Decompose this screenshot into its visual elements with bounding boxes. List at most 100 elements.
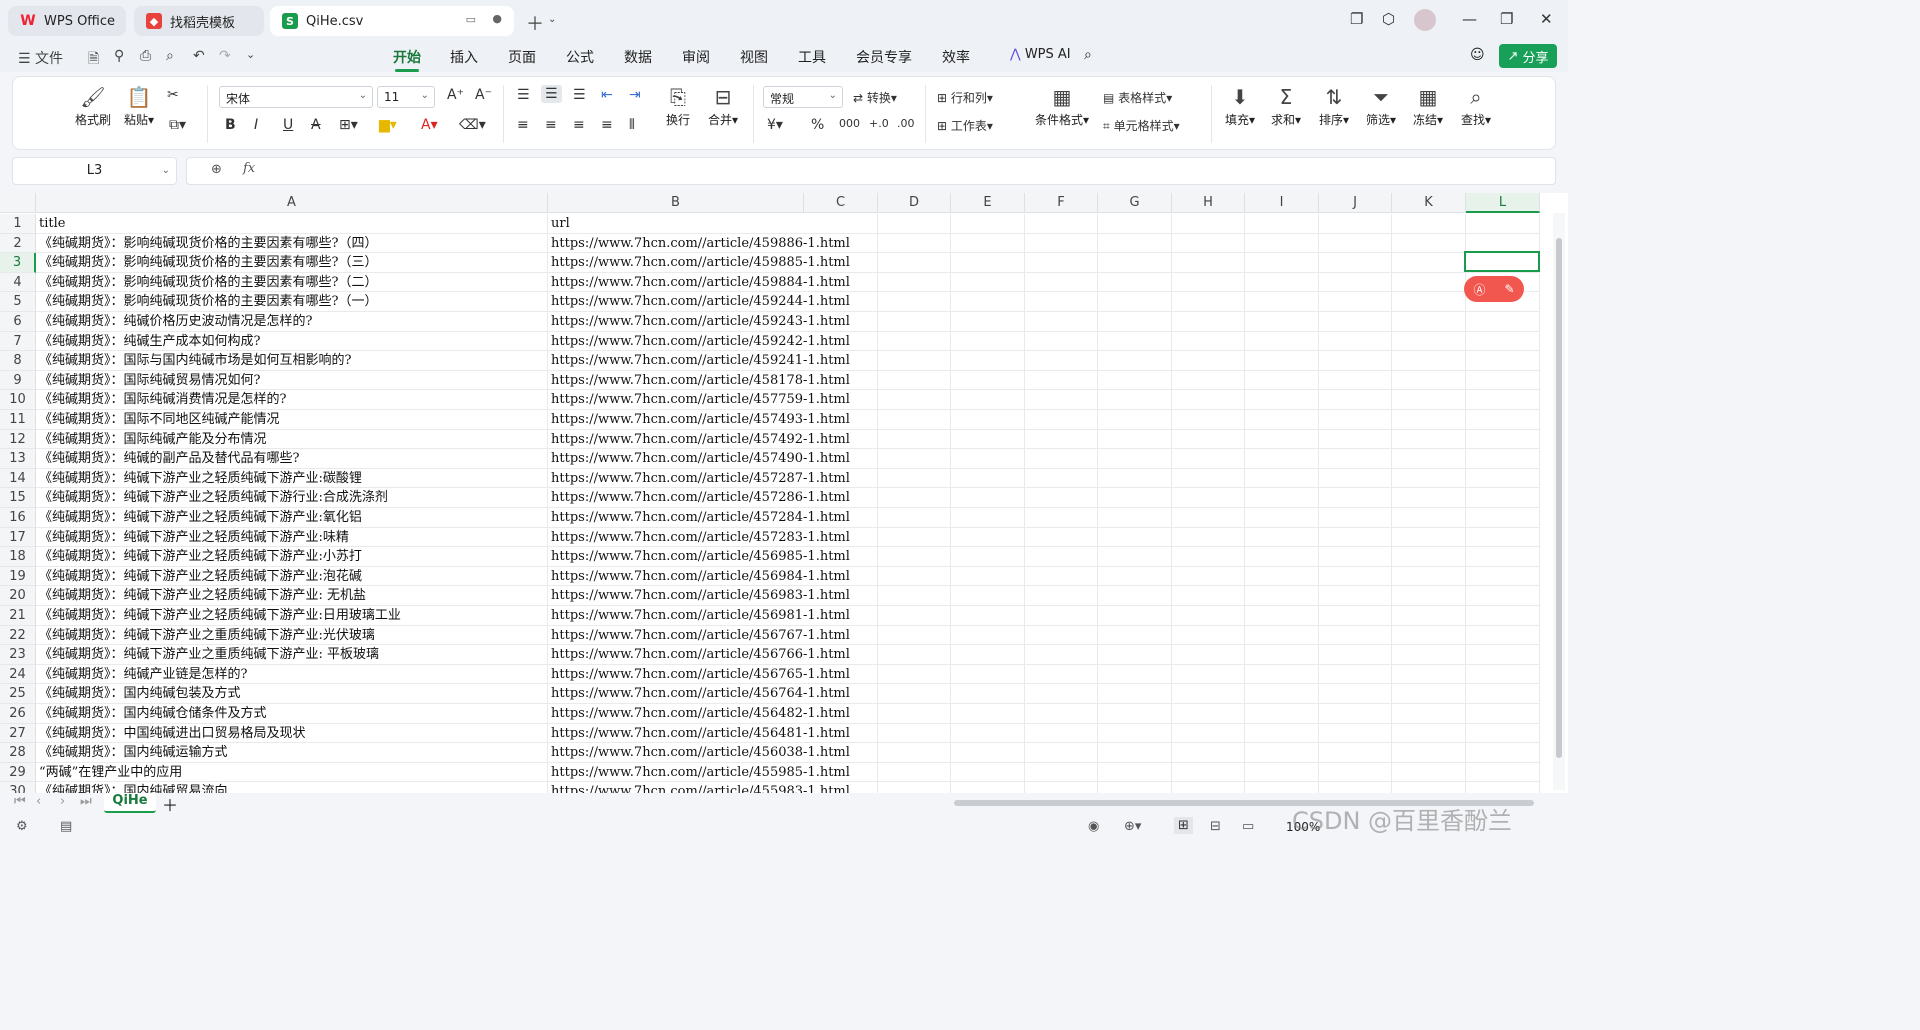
align-bottom-icon[interactable]: ☰ — [573, 87, 586, 103]
cell-empty[interactable] — [1172, 351, 1245, 371]
row-header[interactable]: 22 — [0, 625, 36, 646]
cell-empty[interactable] — [951, 586, 1025, 606]
cell-empty[interactable] — [878, 449, 951, 469]
cell-empty[interactable] — [1025, 704, 1098, 724]
minimize-icon[interactable]: — — [1462, 10, 1477, 28]
cell-empty[interactable] — [1172, 233, 1245, 254]
row-header[interactable]: 11 — [0, 410, 36, 430]
cell-empty[interactable] — [1392, 410, 1466, 430]
monitor-icon[interactable]: ▭ — [466, 13, 476, 26]
select-all-corner[interactable] — [0, 193, 36, 213]
cell-empty[interactable] — [1172, 723, 1245, 744]
cell-empty[interactable] — [1319, 331, 1392, 352]
cell-empty[interactable] — [1392, 743, 1466, 763]
cell-empty[interactable] — [1319, 762, 1392, 783]
cell-empty[interactable] — [1319, 723, 1392, 744]
cell-empty[interactable] — [1319, 566, 1392, 587]
cell-empty[interactable] — [1466, 214, 1540, 234]
cell-empty[interactable] — [878, 527, 951, 548]
cell-title[interactable]: 《纯碱期货》：纯碱下游产业之轻质纯碱下游产业:碳酸锂 — [36, 468, 548, 489]
cell-url[interactable]: https://www.7hcn.com//article/457492-1.h… — [548, 429, 878, 450]
cell-empty[interactable] — [1245, 292, 1319, 312]
row-header[interactable]: 3 — [0, 253, 36, 273]
name-box[interactable]: L3 ⌄ — [12, 157, 177, 185]
cell-empty[interactable] — [1466, 625, 1540, 646]
cell-empty[interactable] — [1172, 214, 1245, 234]
cell-title[interactable]: title — [36, 214, 548, 234]
column-header-k[interactable]: K — [1392, 193, 1466, 213]
cell-empty[interactable] — [1172, 331, 1245, 352]
cell-title[interactable]: 《纯碱期货》：国内纯碱包装及方式 — [36, 684, 548, 704]
column-header-b[interactable]: B — [548, 193, 804, 213]
cell-title[interactable]: 《纯碱期货》：纯碱下游产业之重质纯碱下游产业:光伏玻璃 — [36, 625, 548, 646]
cell-url[interactable]: https://www.7hcn.com//article/459242-1.h… — [548, 331, 878, 352]
sheet-list-icon[interactable]: ▤ — [60, 819, 72, 834]
clear-icon[interactable]: ⌫▾ — [459, 117, 486, 133]
cell-empty[interactable] — [1319, 351, 1392, 371]
cell-empty[interactable] — [951, 488, 1025, 508]
cell-empty[interactable] — [951, 782, 1025, 793]
row-header[interactable]: 9 — [0, 370, 36, 391]
cell-empty[interactable] — [951, 390, 1025, 410]
row-header[interactable]: 24 — [0, 664, 36, 685]
cell-title[interactable]: 《纯碱期货》：影响纯碱现货价格的主要因素有哪些?（四） — [36, 233, 548, 254]
cell-empty[interactable] — [1172, 312, 1245, 332]
row-header[interactable]: 4 — [0, 272, 36, 293]
chat-icon[interactable]: ☺ — [1470, 47, 1485, 63]
cell-empty[interactable] — [1319, 312, 1392, 332]
cell-empty[interactable] — [1172, 606, 1245, 626]
cell-empty[interactable] — [1466, 488, 1540, 508]
cell-url[interactable]: https://www.7hcn.com//article/457284-1.h… — [548, 508, 878, 528]
cell-empty[interactable] — [1466, 664, 1540, 685]
cell-empty[interactable] — [1098, 468, 1172, 489]
cell-empty[interactable] — [1025, 468, 1098, 489]
cell-empty[interactable] — [1466, 606, 1540, 626]
cell-empty[interactable] — [1172, 527, 1245, 548]
column-header-a[interactable]: A — [36, 193, 548, 213]
cell-empty[interactable] — [1098, 704, 1172, 724]
cell-empty[interactable] — [1025, 449, 1098, 469]
cell-empty[interactable] — [1172, 547, 1245, 567]
cell-url[interactable]: https://www.7hcn.com//article/457759-1.h… — [548, 390, 878, 410]
filter-button[interactable]: ⏷ 筛选▾ — [1362, 85, 1400, 128]
cell-url[interactable]: https://www.7hcn.com//article/456985-1.h… — [548, 547, 878, 567]
cube-icon[interactable]: ⬡ — [1382, 10, 1395, 28]
cell-empty[interactable] — [1319, 449, 1392, 469]
font-color-icon[interactable]: A▾ — [421, 117, 438, 133]
column-header-c[interactable]: C — [804, 193, 878, 213]
cell-empty[interactable] — [1025, 351, 1098, 371]
cell-empty[interactable] — [951, 292, 1025, 312]
cell-empty[interactable] — [1466, 370, 1540, 391]
cell-empty[interactable] — [1392, 547, 1466, 567]
cell-title[interactable]: 《纯碱期货》：纯碱下游产业之轻质纯碱下游产业:日用玻璃工业 — [36, 606, 548, 626]
cell-empty[interactable] — [951, 684, 1025, 704]
close-icon[interactable]: ✕ — [1540, 10, 1553, 28]
cell-empty[interactable] — [1025, 606, 1098, 626]
cell-empty[interactable] — [1025, 370, 1098, 391]
cell-empty[interactable] — [1466, 312, 1540, 332]
cell-title[interactable]: 《纯碱期货》：影响纯碱现货价格的主要因素有哪些?（三） — [36, 253, 548, 273]
increase-decimal-icon[interactable]: +.0 — [869, 117, 889, 130]
sum-button[interactable]: Σ 求和▾ — [1267, 85, 1305, 128]
cell-title[interactable]: 《纯碱期货》：纯碱的副产品及替代品有哪些? — [36, 449, 548, 469]
cell-empty[interactable] — [1025, 723, 1098, 744]
cell-empty[interactable] — [1319, 743, 1392, 763]
cell-empty[interactable] — [1392, 762, 1466, 783]
cell-empty[interactable] — [951, 645, 1025, 665]
italic-icon[interactable]: I — [254, 117, 258, 133]
cell-url[interactable]: https://www.7hcn.com//article/459885-1.h… — [548, 253, 878, 273]
cell-empty[interactable] — [951, 508, 1025, 528]
cell-empty[interactable] — [878, 664, 951, 685]
cell-empty[interactable] — [1245, 253, 1319, 273]
column-header-g[interactable]: G — [1098, 193, 1172, 213]
cell-url[interactable]: https://www.7hcn.com//article/458178-1.h… — [548, 370, 878, 391]
page-layout-icon[interactable]: ⊟ — [1210, 819, 1221, 834]
cell-empty[interactable] — [1392, 782, 1466, 793]
cell-empty[interactable] — [1319, 684, 1392, 704]
cell-empty[interactable] — [1245, 370, 1319, 391]
share-button[interactable]: ↗ 分享 — [1499, 44, 1557, 68]
cell-empty[interactable] — [1319, 390, 1392, 410]
convert-button[interactable]: ⇄ 转换▾ — [853, 89, 897, 106]
cell-empty[interactable] — [1392, 606, 1466, 626]
cell-empty[interactable] — [878, 566, 951, 587]
